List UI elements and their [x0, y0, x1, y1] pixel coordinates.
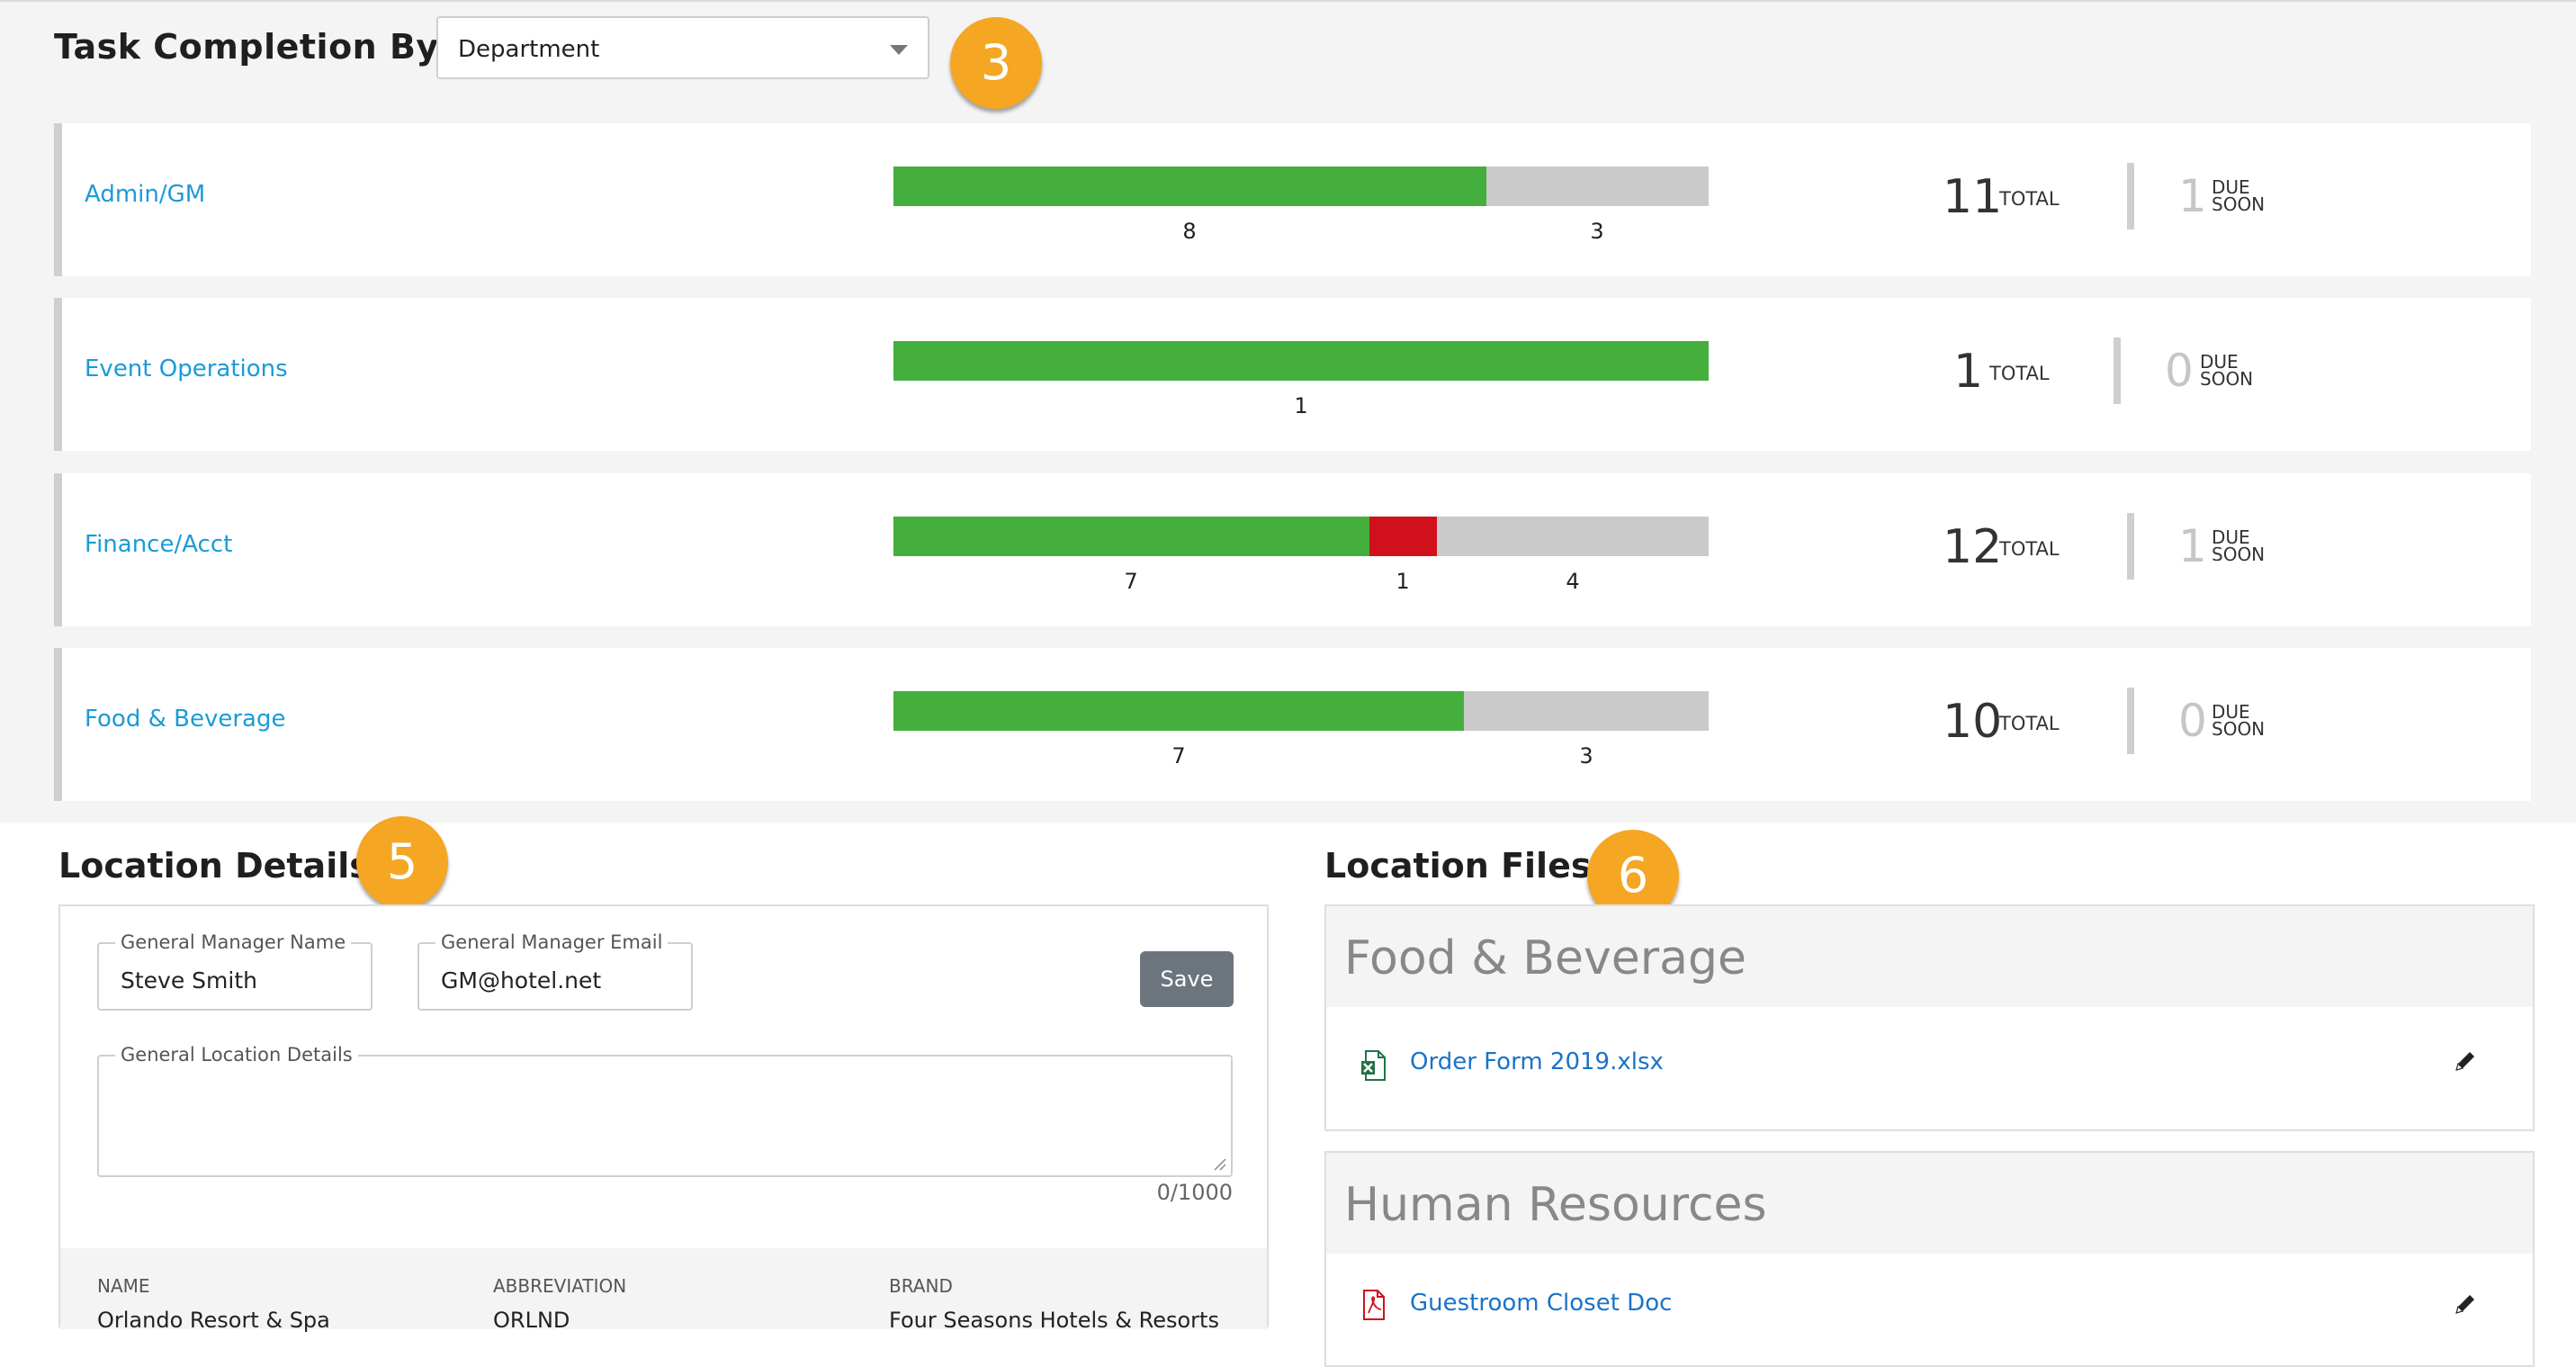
department-row: Admin/GM 8 3 11 TOTAL 1 DUE SOON — [54, 123, 2531, 276]
divider — [2127, 513, 2134, 580]
due-soon-count: 1 — [2178, 170, 2207, 222]
character-counter: 0/1000 — [1156, 1180, 1233, 1205]
completion-bar — [893, 166, 1709, 206]
meta-value-abbreviation: ORLND — [493, 1308, 570, 1333]
file-group-header: Food & Beverage — [1326, 906, 2533, 1007]
file-group-title: Food & Beverage — [1344, 931, 1746, 985]
total-label: TOTAL — [1999, 713, 2060, 734]
bar-completed-segment — [893, 691, 1465, 731]
due-soon-count: 0 — [2178, 695, 2207, 747]
location-files-title: Location Files — [1324, 846, 1592, 886]
location-meta: NAME ABBREVIATION BRAND Orlando Resort &… — [60, 1248, 1267, 1333]
meta-value-brand: Four Seasons Hotels & Resorts — [889, 1308, 1219, 1333]
completion-bar — [893, 691, 1709, 731]
bar-overdue-segment — [1369, 517, 1437, 556]
due-soon-label: DUE SOON — [2212, 526, 2266, 565]
group-by-select[interactable]: Department — [436, 16, 929, 79]
total-label: TOTAL — [1999, 188, 2060, 210]
meta-value-name: Orlando Resort & Spa — [97, 1308, 330, 1333]
resize-handle-icon[interactable] — [1213, 1157, 1227, 1172]
pencil-icon[interactable] — [2453, 1048, 2478, 1074]
file-link[interactable]: Order Form 2019.xlsx — [1410, 1048, 1664, 1075]
location-details-panel: General Manager Name Steve Smith General… — [58, 904, 1269, 1333]
total-label: TOTAL — [1999, 538, 2060, 560]
due-soon-count: 1 — [2178, 520, 2207, 572]
divider — [2127, 163, 2134, 229]
file-group-header: Human Resources — [1326, 1153, 2533, 1254]
meta-heading-name: NAME — [97, 1275, 150, 1297]
department-link[interactable]: Admin/GM — [85, 181, 205, 208]
location-details-title: Location Details — [58, 846, 370, 886]
department-link[interactable]: Event Operations — [85, 355, 288, 382]
due-soon-count: 0 — [2165, 345, 2194, 397]
group-by-select-value: Department — [458, 36, 600, 63]
due-soon-label: DUE SOON — [2212, 176, 2266, 215]
total-label: TOTAL — [1989, 363, 2050, 384]
department-row: Event Operations 1 1 TOTAL 0 DUE SOON — [54, 298, 2531, 451]
bar-completed-segment — [893, 166, 1486, 206]
completion-bar — [893, 517, 1709, 556]
total-count: 11 — [1943, 170, 2003, 224]
pdf-file-icon — [1363, 1290, 1385, 1320]
bar-remaining-label: 4 — [1566, 569, 1580, 594]
chevron-down-icon — [890, 45, 908, 55]
department-link[interactable]: Food & Beverage — [85, 706, 286, 733]
gm-email-label: General Manager Email — [435, 931, 669, 953]
file-link[interactable]: Guestroom Closet Doc — [1410, 1290, 1672, 1317]
due-soon-label: DUE SOON — [2212, 701, 2266, 740]
gm-email-field[interactable]: General Manager Email GM@hotel.net — [417, 931, 693, 1011]
bar-remaining-label: 3 — [1579, 743, 1593, 769]
step-badge-3: 3 — [950, 17, 1042, 109]
bar-remaining-label: 3 — [1590, 219, 1604, 244]
pencil-icon[interactable] — [2453, 1291, 2478, 1317]
task-completion-title: Task Completion By: — [54, 27, 453, 67]
total-count: 12 — [1943, 520, 2003, 574]
due-soon-label: DUE SOON — [2200, 351, 2254, 390]
gm-name-field[interactable]: General Manager Name Steve Smith — [97, 931, 372, 1011]
bar-completed-label: 1 — [1294, 393, 1308, 418]
save-button[interactable]: Save — [1140, 951, 1234, 1007]
general-location-details-label: General Location Details — [115, 1044, 358, 1066]
file-group: Food & Beverage Order Form 2019.xlsx — [1324, 904, 2535, 1131]
department-link[interactable]: Finance/Acct — [85, 531, 232, 558]
bar-completed-segment — [893, 341, 1709, 381]
excel-file-icon — [1361, 1050, 1386, 1081]
meta-heading-abbreviation: ABBREVIATION — [493, 1275, 627, 1297]
gm-email-input[interactable]: GM@hotel.net — [441, 967, 601, 994]
total-count: 10 — [1943, 695, 2003, 749]
total-count: 1 — [1953, 345, 1984, 399]
file-group-title: Human Resources — [1344, 1178, 1767, 1232]
bar-completed-label: 8 — [1182, 219, 1197, 244]
divider — [2114, 337, 2121, 404]
general-location-details-textarea[interactable]: General Location Details — [97, 1044, 1233, 1177]
meta-heading-brand: BRAND — [889, 1275, 953, 1297]
completion-bar — [893, 341, 1709, 381]
step-badge-5: 5 — [356, 816, 448, 908]
department-row: Food & Beverage 7 3 10 TOTAL 0 DUE SOON — [54, 648, 2531, 801]
bar-overdue-label: 1 — [1396, 569, 1410, 594]
file-group: Human Resources Guestroom Closet Doc — [1324, 1151, 2535, 1367]
department-row: Finance/Acct 7 1 4 12 TOTAL 1 DUE SOON — [54, 473, 2531, 626]
gm-name-input[interactable]: Steve Smith — [121, 967, 257, 994]
bar-completed-label: 7 — [1124, 569, 1138, 594]
gm-name-label: General Manager Name — [115, 931, 352, 953]
divider — [2127, 688, 2134, 754]
bar-completed-segment — [893, 517, 1369, 556]
bar-completed-label: 7 — [1171, 743, 1186, 769]
